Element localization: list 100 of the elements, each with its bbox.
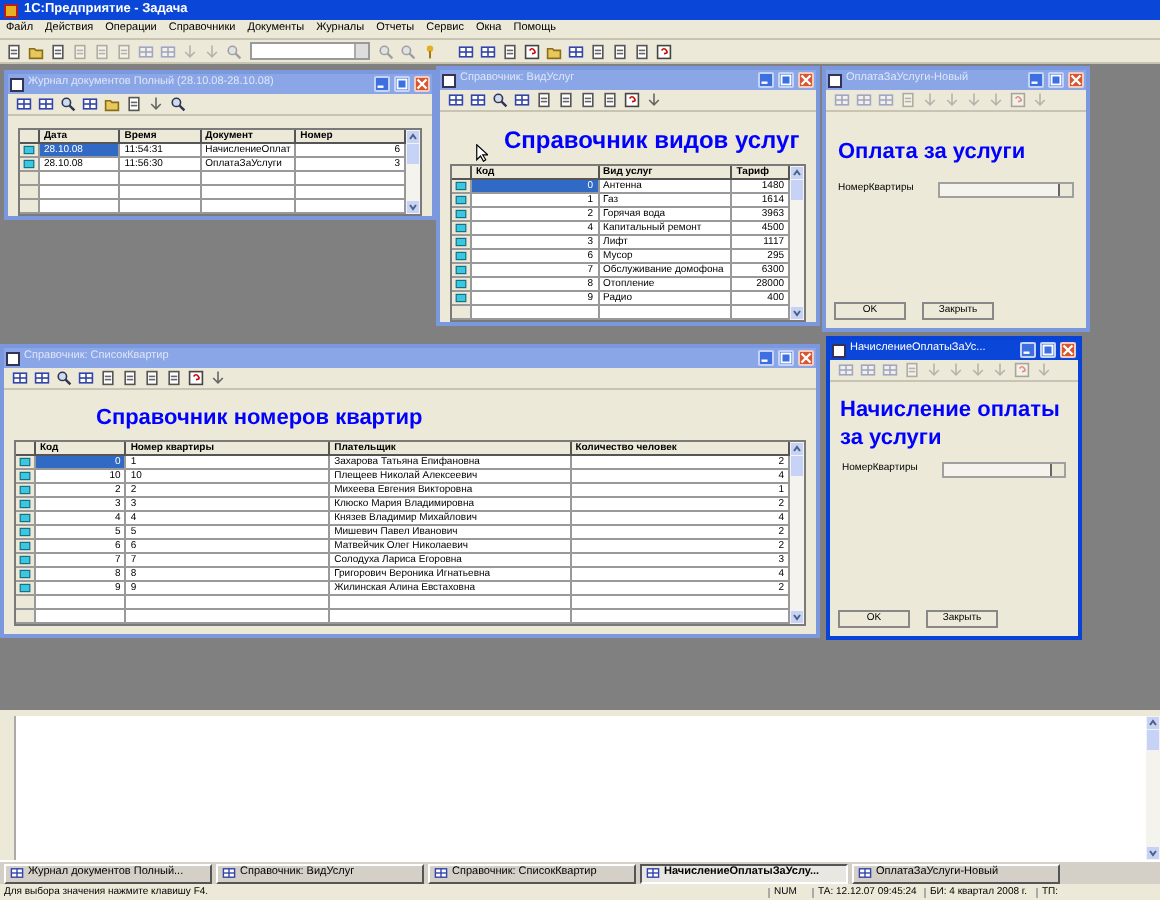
maximize-button[interactable]: [778, 350, 794, 366]
scrollbar[interactable]: [790, 166, 804, 320]
grid-icon: [480, 43, 496, 59]
document-icon: [580, 92, 596, 108]
grid-icon: [38, 96, 54, 112]
toolbar-button[interactable]: [534, 90, 554, 110]
toolbar-button[interactable]: [120, 368, 140, 388]
document-icon: [904, 362, 920, 378]
toolbar-button[interactable]: [14, 94, 34, 114]
grid-icon: [34, 370, 50, 386]
toolbar-button[interactable]: [578, 90, 598, 110]
document-icon: [166, 370, 182, 386]
document-icon: [558, 92, 574, 108]
toolbar-button[interactable]: [446, 90, 466, 110]
toolbar-button[interactable]: [644, 90, 664, 110]
toolbar-button[interactable]: [80, 94, 100, 114]
toolbar-button[interactable]: [4, 41, 24, 61]
close-icon: [800, 352, 812, 364]
minimize-button[interactable]: [758, 72, 774, 88]
document-icon: [590, 43, 606, 59]
close-button[interactable]: [414, 76, 430, 92]
grid-icon: [16, 96, 32, 112]
input-field[interactable]: [938, 181, 1074, 197]
toolbar-button[interactable]: [164, 368, 184, 388]
document-icon: [502, 43, 518, 59]
toolbar-button[interactable]: [588, 41, 608, 61]
arrow-icon: [948, 362, 964, 378]
input-field[interactable]: [942, 461, 1066, 477]
document-icon: [144, 370, 160, 386]
toolbar-button[interactable]: [490, 90, 510, 110]
form-heading: Начисление оплаты за услуги: [838, 396, 1062, 454]
toolbar-button[interactable]: [556, 90, 576, 110]
toolbar-button[interactable]: [142, 368, 162, 388]
toolbar-button[interactable]: [58, 94, 78, 114]
window-icon: [6, 351, 20, 365]
maximize-button[interactable]: [394, 76, 410, 92]
toolbar-button[interactable]: [168, 94, 188, 114]
toolbar-button[interactable]: [76, 368, 96, 388]
toolbar-button[interactable]: [632, 41, 652, 61]
toolbar-button[interactable]: [456, 41, 476, 61]
grid-icon: [878, 92, 894, 108]
toolbar-button[interactable]: [146, 94, 166, 114]
scrollbar[interactable]: [1146, 716, 1160, 860]
toolbar-button[interactable]: [478, 41, 498, 61]
close-button[interactable]: [1060, 342, 1076, 358]
toolbar-button[interactable]: [512, 90, 532, 110]
arrow-icon: [148, 96, 164, 112]
arrow-icon: [1032, 92, 1048, 108]
close-button[interactable]: [798, 350, 814, 366]
arrow-icon: [988, 92, 1004, 108]
arrow-icon: [970, 362, 986, 378]
document-icon: [634, 43, 650, 59]
scrollbar[interactable]: [406, 130, 420, 214]
minimize-button[interactable]: [1020, 342, 1036, 358]
select-button[interactable]: [1050, 463, 1064, 475]
key-icon: [422, 43, 438, 59]
grid-icon: [514, 92, 530, 108]
minimize-button[interactable]: [1028, 72, 1044, 88]
close-icon: [1062, 344, 1074, 356]
maximize-button[interactable]: [1040, 342, 1056, 358]
toolbar-button[interactable]: [124, 94, 144, 114]
toolbar-button[interactable]: [98, 368, 118, 388]
close-button[interactable]: [1068, 72, 1084, 88]
toolbar-button[interactable]: [32, 368, 52, 388]
toolbar-button[interactable]: [610, 41, 630, 61]
close-button[interactable]: [798, 72, 814, 88]
toolbar-button[interactable]: [54, 368, 74, 388]
grid-icon: [78, 370, 94, 386]
search-icon: [226, 43, 242, 59]
toolbar-button[interactable]: [600, 90, 620, 110]
folder-icon: [546, 43, 562, 59]
grid-icon: [470, 92, 486, 108]
document-icon: [602, 92, 618, 108]
toolbar-button[interactable]: [468, 90, 488, 110]
window-icon: [10, 77, 24, 91]
folder-icon: [28, 43, 44, 59]
arrow-icon: [1036, 362, 1052, 378]
document-icon: [612, 43, 628, 59]
minimize-button[interactable]: [758, 350, 774, 366]
toolbar-button[interactable]: [208, 368, 228, 388]
toolbar-button[interactable]: [566, 41, 586, 61]
toolbar-button[interactable]: [36, 94, 56, 114]
toolbar-button[interactable]: [10, 368, 30, 388]
toolbar-button[interactable]: [500, 41, 520, 61]
arrow-icon: [204, 43, 220, 59]
combo-field[interactable]: [250, 42, 370, 60]
minimize-button[interactable]: [374, 76, 390, 92]
search-icon: [60, 96, 76, 112]
toolbar-button[interactable]: [48, 41, 68, 61]
scrollbar[interactable]: [790, 442, 804, 624]
document-icon: [126, 96, 142, 112]
maximize-button[interactable]: [778, 72, 794, 88]
window-icon: [832, 343, 846, 357]
document-icon: [122, 370, 138, 386]
maximize-icon: [1050, 74, 1062, 86]
document-icon: [50, 43, 66, 59]
close-icon: [1070, 74, 1082, 86]
select-button[interactable]: [1058, 183, 1072, 195]
maximize-button[interactable]: [1048, 72, 1064, 88]
document-icon: [6, 43, 22, 59]
